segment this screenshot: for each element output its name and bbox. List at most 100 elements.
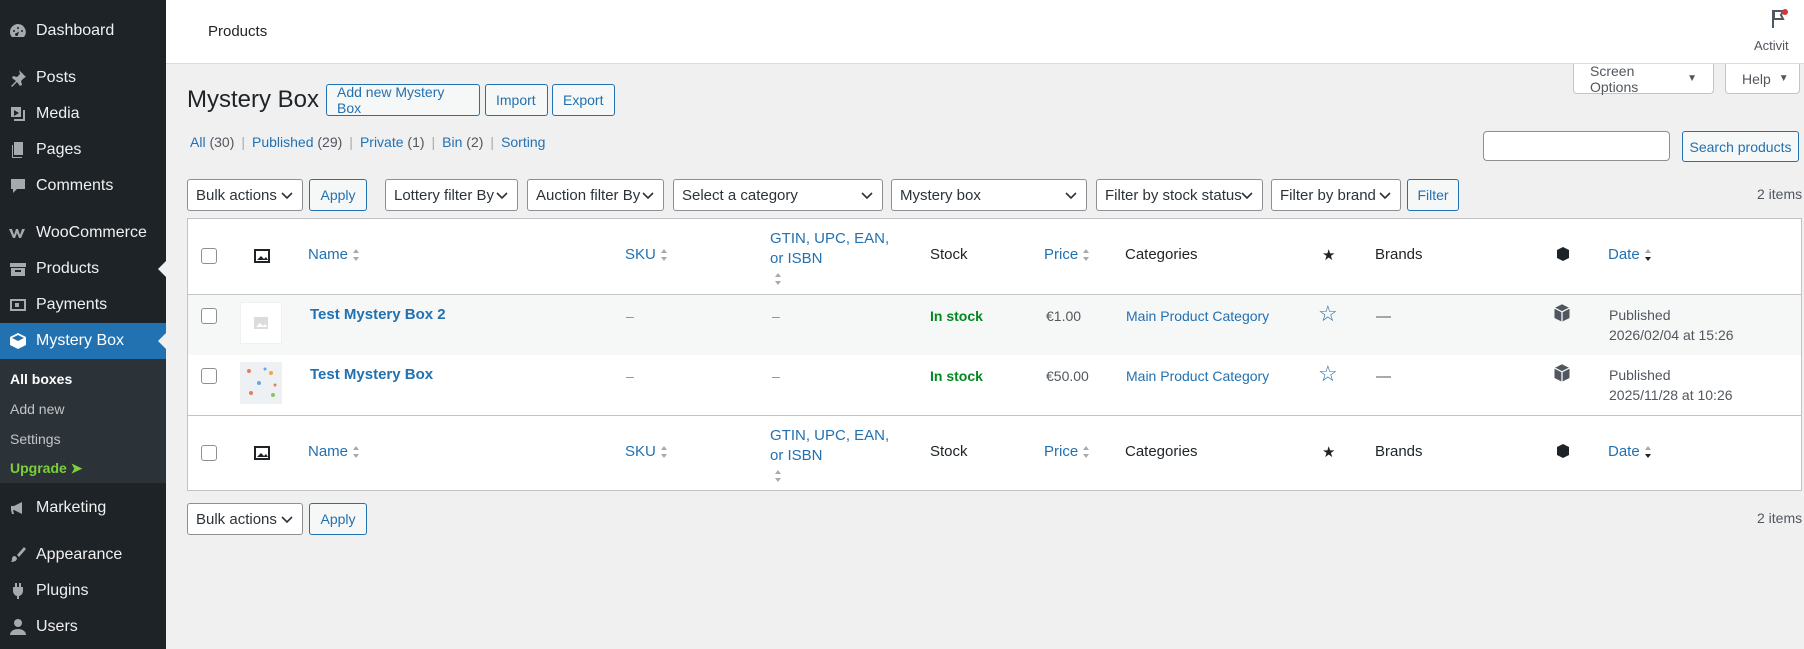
column-gtin[interactable]: GTIN, UPC, EAN, or ISBN bbox=[770, 426, 900, 486]
sidebar-item-label: Dashboard bbox=[36, 22, 115, 39]
table-row[interactable]: Test Mystery Box 2 – – In stock €1.00 Ma… bbox=[188, 295, 1801, 355]
stock-status-select[interactable]: Filter by stock status bbox=[1096, 179, 1263, 211]
sort-icon bbox=[660, 249, 667, 262]
view-private[interactable]: Private (1) bbox=[360, 134, 425, 150]
column-stock: Stock bbox=[930, 443, 968, 460]
lottery-filter-select[interactable]: Lottery filter By bbox=[385, 179, 518, 211]
sidebar-item-posts[interactable]: Posts bbox=[0, 60, 166, 96]
items-count: 2 items bbox=[1757, 186, 1803, 202]
sidebar-item-users[interactable]: Users bbox=[0, 609, 166, 645]
column-sku[interactable]: SKU bbox=[625, 246, 668, 263]
view-sorting[interactable]: Sorting bbox=[501, 134, 545, 150]
archive-icon bbox=[0, 259, 36, 279]
sidebar-item-products[interactable]: Products bbox=[0, 251, 166, 287]
pin-icon bbox=[0, 68, 36, 88]
sidebar-item-label: WooCommerce bbox=[36, 224, 147, 241]
column-date[interactable]: Date bbox=[1608, 246, 1652, 263]
product-thumbnail[interactable] bbox=[240, 362, 282, 404]
status-views: All (30) | Published (29) | Private (1) | B… bbox=[190, 134, 546, 150]
chevron-down-icon bbox=[1241, 192, 1253, 200]
apply-button-bottom[interactable]: Apply bbox=[309, 503, 367, 535]
product-name-link[interactable]: Test Mystery Box bbox=[310, 366, 433, 383]
select-all-checkbox[interactable] bbox=[201, 445, 217, 461]
filter-button[interactable]: Filter bbox=[1407, 179, 1459, 211]
screen-options-label: Screen Options bbox=[1590, 62, 1639, 95]
column-brands: Brands bbox=[1375, 246, 1423, 263]
gtin-value: – bbox=[772, 368, 780, 384]
sidebar-item-comments[interactable]: Comments bbox=[0, 168, 166, 204]
sort-icon bbox=[1083, 249, 1090, 262]
product-name-link[interactable]: Test Mystery Box 2 bbox=[310, 306, 446, 323]
help-button[interactable]: Help ▼ bbox=[1725, 64, 1800, 94]
row-checkbox[interactable] bbox=[201, 368, 217, 384]
column-sku[interactable]: SKU bbox=[625, 443, 668, 460]
sort-icon bbox=[775, 470, 781, 483]
sidebar-item-payments[interactable]: Payments bbox=[0, 287, 166, 323]
plugin-icon bbox=[0, 581, 36, 601]
column-price[interactable]: Price bbox=[1044, 443, 1090, 460]
apply-button[interactable]: Apply bbox=[309, 179, 367, 211]
category-select[interactable]: Select a category bbox=[673, 179, 883, 211]
bulk-actions-select[interactable]: Bulk actions bbox=[187, 179, 303, 211]
featured-star-outline-icon[interactable]: ☆ bbox=[1318, 361, 1338, 387]
bulk-actions-value: Bulk actions bbox=[196, 186, 277, 204]
column-categories: Categories bbox=[1125, 246, 1198, 263]
search-input[interactable] bbox=[1483, 131, 1670, 161]
view-bin[interactable]: Bin (2) bbox=[442, 134, 483, 150]
export-button[interactable]: Export bbox=[552, 84, 615, 116]
brand-select[interactable]: Filter by brand bbox=[1271, 179, 1401, 211]
submenu-add-new[interactable]: Add new bbox=[10, 401, 64, 417]
featured-star-icon: ★ bbox=[1322, 247, 1336, 264]
chevron-down-icon bbox=[1379, 192, 1391, 200]
chevron-down-icon bbox=[1065, 192, 1077, 200]
column-gtin[interactable]: GTIN, UPC, EAN, or ISBN bbox=[770, 229, 900, 289]
brush-icon bbox=[0, 545, 36, 565]
sidebar-item-appearance[interactable]: Appearance bbox=[0, 537, 166, 573]
image-column-icon bbox=[254, 248, 270, 268]
column-brands: Brands bbox=[1375, 443, 1423, 460]
row-checkbox[interactable] bbox=[201, 308, 217, 324]
featured-star-outline-icon[interactable]: ☆ bbox=[1318, 301, 1338, 327]
screen-options-button[interactable]: Screen Options ▼ bbox=[1573, 62, 1714, 95]
product-thumbnail[interactable] bbox=[240, 302, 282, 344]
search-products-button[interactable]: Search products bbox=[1682, 131, 1799, 162]
column-date[interactable]: Date bbox=[1608, 443, 1652, 460]
sidebar-item-mystery-box[interactable]: Mystery Box bbox=[0, 323, 166, 359]
submenu-settings[interactable]: Settings bbox=[10, 431, 61, 447]
submenu-all-boxes[interactable]: All boxes bbox=[10, 371, 72, 387]
column-price[interactable]: Price bbox=[1044, 246, 1090, 263]
submenu-upgrade[interactable]: Upgrade ➤ bbox=[10, 460, 82, 477]
sort-icon bbox=[353, 249, 360, 262]
sort-icon bbox=[660, 446, 667, 459]
sku-value: – bbox=[626, 308, 634, 324]
image-column-icon bbox=[254, 445, 270, 465]
category-link[interactable]: Main Product Category bbox=[1126, 368, 1269, 384]
stock-status: In stock bbox=[930, 368, 983, 384]
date-value: 2025/11/28 at 10:26 bbox=[1609, 387, 1733, 403]
sidebar-item-plugins[interactable]: Plugins bbox=[0, 573, 166, 609]
product-image bbox=[247, 367, 277, 397]
sort-icon bbox=[1644, 249, 1651, 262]
table-row[interactable]: Test Mystery Box – – In stock €50.00 Mai… bbox=[188, 355, 1801, 415]
auction-filter-select[interactable]: Auction filter By bbox=[527, 179, 664, 211]
product-type-select[interactable]: Mystery box bbox=[891, 179, 1087, 211]
sidebar-item-marketing[interactable]: Marketing bbox=[0, 490, 166, 526]
category-link[interactable]: Main Product Category bbox=[1126, 308, 1269, 324]
view-published[interactable]: Published (29) bbox=[252, 134, 342, 150]
select-all-checkbox[interactable] bbox=[201, 248, 217, 264]
sidebar-item-label: Plugins bbox=[36, 582, 89, 599]
sidebar-item-pages[interactable]: Pages bbox=[0, 132, 166, 168]
sidebar-item-woocommerce[interactable]: WooCommerce bbox=[0, 215, 166, 251]
chevron-down-icon bbox=[281, 192, 293, 200]
column-name[interactable]: Name bbox=[308, 246, 360, 263]
sidebar-item-dashboard[interactable]: Dashboard bbox=[0, 13, 166, 49]
import-button[interactable]: Import bbox=[485, 84, 548, 116]
column-name[interactable]: Name bbox=[308, 443, 360, 460]
add-new-mystery-box-button[interactable]: Add new Mystery Box bbox=[326, 84, 480, 116]
megaphone-icon bbox=[0, 498, 36, 518]
view-all[interactable]: All (30) bbox=[190, 134, 234, 150]
brands-value: — bbox=[1376, 368, 1391, 385]
activity-button[interactable]: Activit bbox=[1754, 8, 1804, 53]
bulk-actions-select-bottom[interactable]: Bulk actions bbox=[187, 503, 303, 535]
sidebar-item-media[interactable]: Media bbox=[0, 96, 166, 132]
